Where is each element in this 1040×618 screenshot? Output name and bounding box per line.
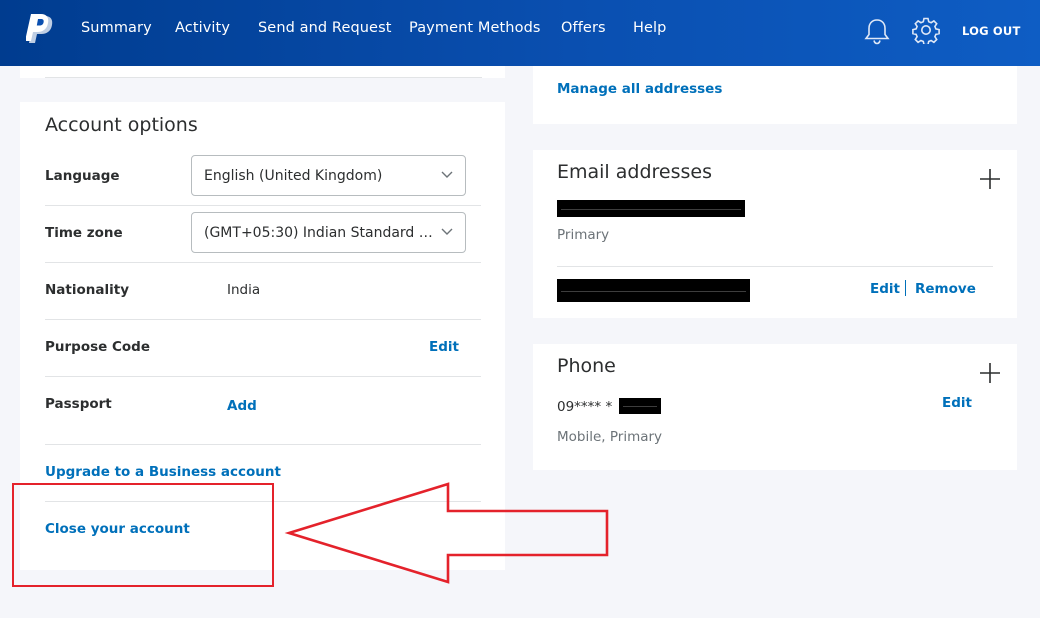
language-select[interactable]: English (United Kingdom) bbox=[191, 155, 466, 196]
nationality-value: India bbox=[227, 282, 261, 298]
divider bbox=[45, 262, 481, 263]
chevron-down-icon bbox=[441, 171, 453, 178]
manage-addresses-link[interactable]: Manage all addresses bbox=[557, 81, 722, 97]
nav-help[interactable]: Help bbox=[633, 20, 666, 36]
passport-add-link[interactable]: Add bbox=[227, 398, 257, 414]
annotation-arrow-icon bbox=[284, 482, 609, 584]
primary-email-label: Primary bbox=[557, 227, 610, 243]
nav-activity[interactable]: Activity bbox=[175, 20, 230, 36]
nav-send-and-request[interactable]: Send and Request bbox=[258, 20, 392, 36]
nav-summary[interactable]: Summary bbox=[81, 20, 152, 36]
divider bbox=[557, 266, 993, 267]
purpose-code-edit-link[interactable]: Edit bbox=[429, 339, 459, 355]
phone-title: Phone bbox=[557, 355, 616, 377]
bell-icon[interactable] bbox=[864, 17, 890, 45]
top-navigation-bar: Summary Activity Send and Request Paymen… bbox=[0, 0, 1040, 66]
add-email-plus-icon[interactable] bbox=[980, 169, 1000, 189]
divider bbox=[45, 319, 481, 320]
passport-label: Passport bbox=[45, 396, 112, 412]
divider bbox=[45, 444, 481, 445]
phone-type-label: Mobile, Primary bbox=[557, 429, 663, 445]
phone-card: Phone 09**** * Edit Mobile, Primary bbox=[533, 344, 1017, 470]
email-remove-link[interactable]: Remove bbox=[915, 281, 976, 297]
divider bbox=[45, 205, 481, 206]
email-addresses-card: Email addresses Primary Edit Remove bbox=[533, 150, 1017, 318]
email-edit-link[interactable]: Edit bbox=[870, 281, 900, 297]
gear-icon[interactable] bbox=[912, 16, 940, 44]
redacted-primary-email bbox=[557, 200, 745, 217]
phone-edit-link[interactable]: Edit bbox=[942, 395, 972, 411]
nav-offers[interactable]: Offers bbox=[561, 20, 606, 36]
link-separator bbox=[905, 280, 906, 296]
upgrade-business-account-link[interactable]: Upgrade to a Business account bbox=[45, 464, 281, 480]
redacted-phone-digits bbox=[619, 398, 661, 414]
divider bbox=[45, 376, 481, 377]
addresses-card: Manage all addresses bbox=[533, 66, 1017, 124]
purpose-code-label: Purpose Code bbox=[45, 339, 150, 355]
nationality-label: Nationality bbox=[45, 282, 129, 298]
redacted-secondary-email bbox=[557, 279, 750, 302]
timezone-label: Time zone bbox=[45, 225, 123, 241]
language-select-value: English (United Kingdom) bbox=[204, 168, 383, 184]
paypal-logo-icon[interactable] bbox=[26, 14, 54, 46]
language-label: Language bbox=[45, 168, 120, 184]
add-phone-plus-icon[interactable] bbox=[980, 363, 1000, 383]
previous-card-bottom bbox=[20, 66, 505, 78]
logout-button[interactable]: LOG OUT bbox=[962, 24, 1021, 38]
timezone-select[interactable]: (GMT+05:30) Indian Standard Time bbox=[191, 212, 466, 253]
annotation-highlight-box bbox=[12, 483, 274, 587]
nav-payment-methods[interactable]: Payment Methods bbox=[409, 20, 541, 36]
chevron-down-icon bbox=[441, 228, 453, 235]
timezone-select-value: (GMT+05:30) Indian Standard Time bbox=[204, 225, 436, 241]
phone-number: 09**** * bbox=[557, 399, 613, 415]
account-options-title: Account options bbox=[45, 114, 198, 136]
email-addresses-title: Email addresses bbox=[557, 161, 712, 183]
